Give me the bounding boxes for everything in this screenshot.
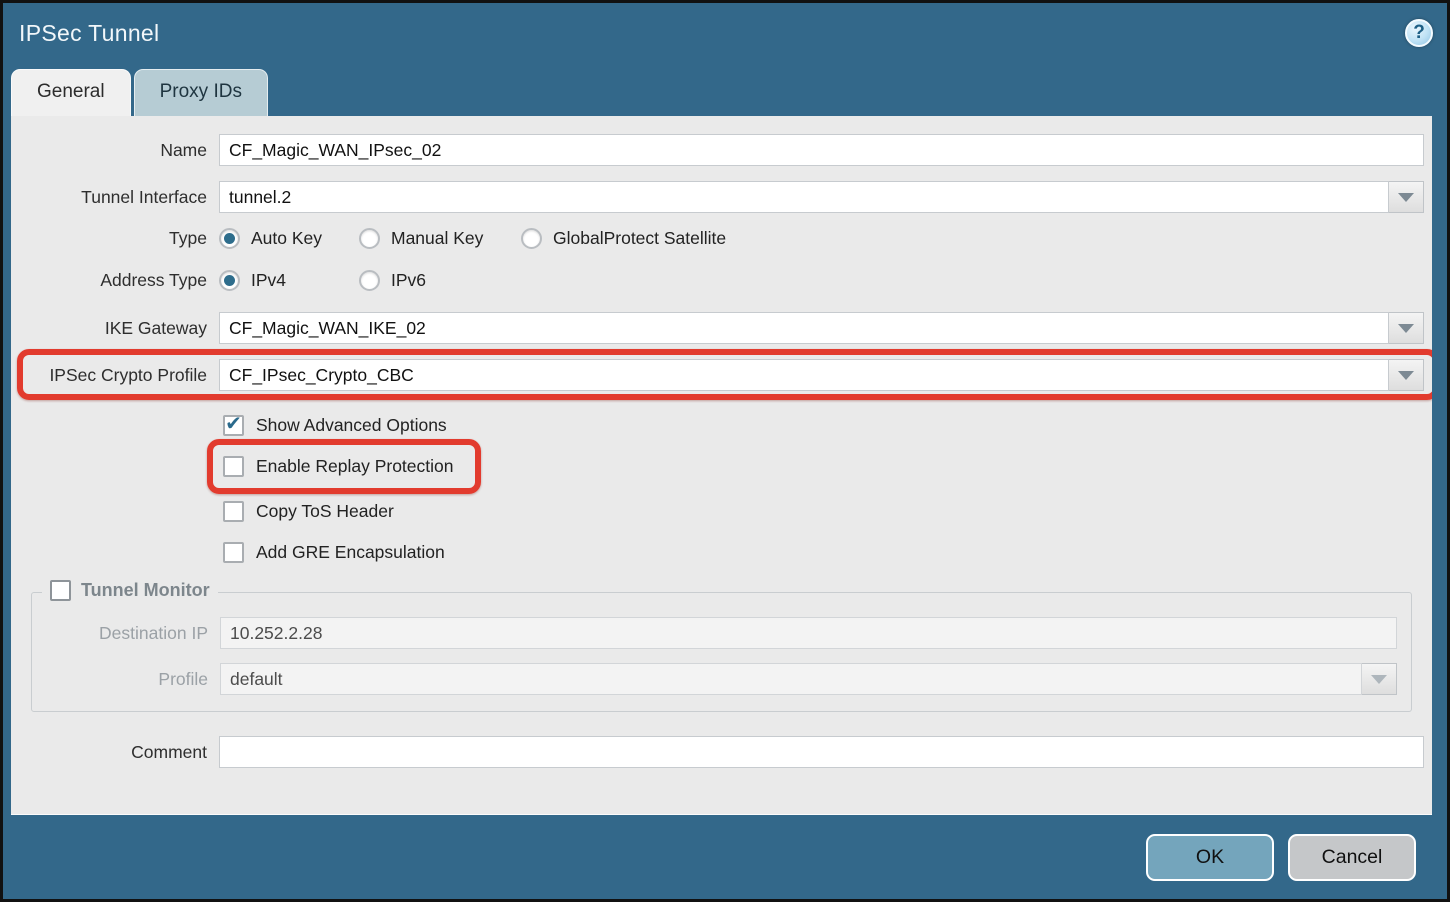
checkmark-icon: ✔ — [225, 414, 242, 434]
ipsec-crypto-profile-dropdown-button[interactable] — [1389, 359, 1424, 391]
tunnel-monitor-legend: ✔ Tunnel Monitor — [42, 580, 218, 601]
ike-gateway-row: IKE Gateway — [11, 312, 1432, 344]
address-type-label: Address Type — [11, 270, 219, 291]
profile-row: Profile — [32, 663, 1411, 695]
type-label: Type — [11, 228, 219, 249]
chevron-down-icon — [1398, 371, 1414, 380]
dialog-title: IPSec Tunnel — [19, 20, 159, 47]
copy-tos-header-checkbox[interactable]: ✔ — [223, 501, 244, 522]
add-gre-encapsulation-row: ✔ Add GRE Encapsulation — [223, 540, 1432, 565]
name-row: Name — [11, 134, 1432, 166]
ok-button[interactable]: OK — [1146, 834, 1274, 881]
destination-ip-label: Destination IP — [32, 623, 220, 644]
comment-row: Comment — [11, 736, 1432, 768]
tunnel-interface-input[interactable] — [219, 181, 1389, 213]
name-label: Name — [11, 140, 219, 161]
tab-proxy-ids[interactable]: Proxy IDs — [134, 69, 268, 116]
profile-input — [220, 663, 1362, 695]
radio-manual-key[interactable]: Manual Key — [359, 228, 521, 249]
radio-icon — [521, 228, 542, 249]
destination-ip-input — [220, 617, 1397, 649]
tunnel-interface-dropdown-button[interactable] — [1389, 181, 1424, 213]
radio-icon — [219, 228, 240, 249]
comment-label: Comment — [11, 742, 219, 763]
address-type-radio-group: IPv4 IPv6 — [219, 270, 426, 291]
dialog-footer: OK Cancel — [3, 815, 1447, 899]
ike-gateway-label: IKE Gateway — [11, 318, 219, 339]
name-input[interactable] — [219, 134, 1424, 166]
ipsec-crypto-profile-label: IPSec Crypto Profile — [11, 365, 219, 386]
show-advanced-options-checkbox[interactable]: ✔ — [223, 415, 244, 436]
comment-input[interactable] — [219, 736, 1424, 768]
tab-bar: General Proxy IDs — [3, 63, 1447, 116]
tunnel-monitor-fieldset: ✔ Tunnel Monitor Destination IP Profile — [31, 592, 1412, 712]
chevron-down-icon — [1398, 324, 1414, 333]
tunnel-interface-label: Tunnel Interface — [11, 187, 219, 208]
enable-replay-protection-row: ✔ Enable Replay Protection — [223, 454, 1432, 479]
help-icon[interactable]: ? — [1405, 19, 1433, 47]
address-type-row: Address Type IPv4 IPv6 — [11, 270, 1432, 291]
ike-gateway-dropdown-button[interactable] — [1389, 312, 1424, 344]
profile-label: Profile — [32, 669, 220, 690]
enable-replay-protection-checkbox[interactable]: ✔ — [223, 456, 244, 477]
radio-ipv6[interactable]: IPv6 — [359, 270, 426, 291]
titlebar: IPSec Tunnel ? — [3, 3, 1447, 63]
ipsec-crypto-profile-row: IPSec Crypto Profile — [11, 359, 1432, 391]
add-gre-encapsulation-checkbox[interactable]: ✔ — [223, 542, 244, 563]
radio-globalprotect-satellite[interactable]: GlobalProtect Satellite — [521, 228, 726, 249]
copy-tos-header-row: ✔ Copy ToS Header — [223, 499, 1432, 524]
ike-gateway-input[interactable] — [219, 312, 1389, 344]
show-advanced-options-row: ✔ Show Advanced Options — [223, 413, 1432, 438]
radio-icon — [359, 270, 380, 291]
type-radio-group: Auto Key Manual Key GlobalProtect Satell… — [219, 228, 726, 249]
destination-ip-row: Destination IP — [32, 617, 1411, 649]
radio-ipv4[interactable]: IPv4 — [219, 270, 359, 291]
chevron-down-icon — [1398, 193, 1414, 202]
radio-icon — [219, 270, 240, 291]
profile-dropdown-button — [1362, 663, 1397, 695]
type-row: Type Auto Key Manual Key GlobalProtect S… — [11, 228, 1432, 249]
radio-auto-key[interactable]: Auto Key — [219, 228, 359, 249]
ipsec-tunnel-dialog: IPSec Tunnel ? General Proxy IDs Name Tu… — [0, 0, 1450, 902]
tunnel-monitor-checkbox[interactable]: ✔ — [50, 580, 71, 601]
general-tab-panel: Name Tunnel Interface Type Auto Key — [11, 116, 1432, 815]
cancel-button[interactable]: Cancel — [1288, 834, 1416, 881]
tunnel-interface-row: Tunnel Interface — [11, 181, 1432, 213]
ipsec-crypto-profile-input[interactable] — [219, 359, 1389, 391]
tab-general[interactable]: General — [11, 69, 131, 116]
chevron-down-icon — [1371, 675, 1387, 684]
radio-icon — [359, 228, 380, 249]
